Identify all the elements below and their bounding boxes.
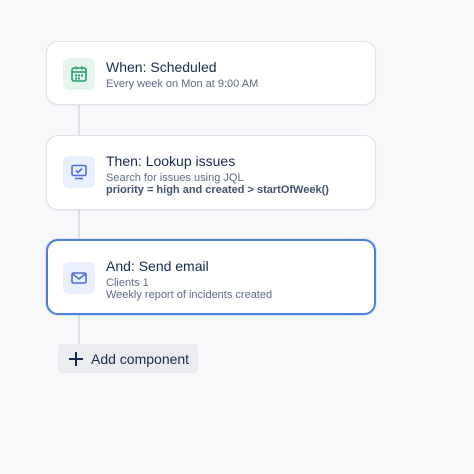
add-component-button[interactable]: Add component: [58, 344, 198, 373]
jql-query: priority = high and created > startOfWee…: [106, 184, 329, 196]
card-description: Weekly report of incidents created: [106, 289, 273, 301]
calendar-icon: [63, 58, 95, 90]
add-component-label: Add component: [91, 350, 190, 367]
connector-line: [78, 104, 80, 136]
action-card-lookup-issues[interactable]: Then: Lookup issues Search for issues us…: [46, 135, 376, 210]
card-description: Clients 1: [106, 277, 149, 289]
envelope-icon: [63, 262, 95, 294]
connector-line: [78, 209, 80, 239]
monitor-check-icon: [63, 156, 95, 188]
card-title: Then: Lookup issues: [106, 153, 236, 169]
card-title: When: Scheduled: [106, 59, 217, 75]
trigger-card-scheduled[interactable]: When: Scheduled Every week on Mon at 9:0…: [46, 41, 376, 105]
card-description: Search for issues using JQL: [106, 172, 244, 184]
connector-line: [78, 315, 80, 345]
card-description: Every week on Mon at 9:00 AM: [106, 78, 259, 90]
plus-icon: [69, 351, 83, 366]
card-title: And: Send email: [106, 258, 209, 274]
automation-canvas: When: Scheduled Every week on Mon at 9:0…: [0, 0, 474, 474]
action-card-send-email[interactable]: And: Send email Clients 1 Weekly report …: [46, 239, 376, 315]
